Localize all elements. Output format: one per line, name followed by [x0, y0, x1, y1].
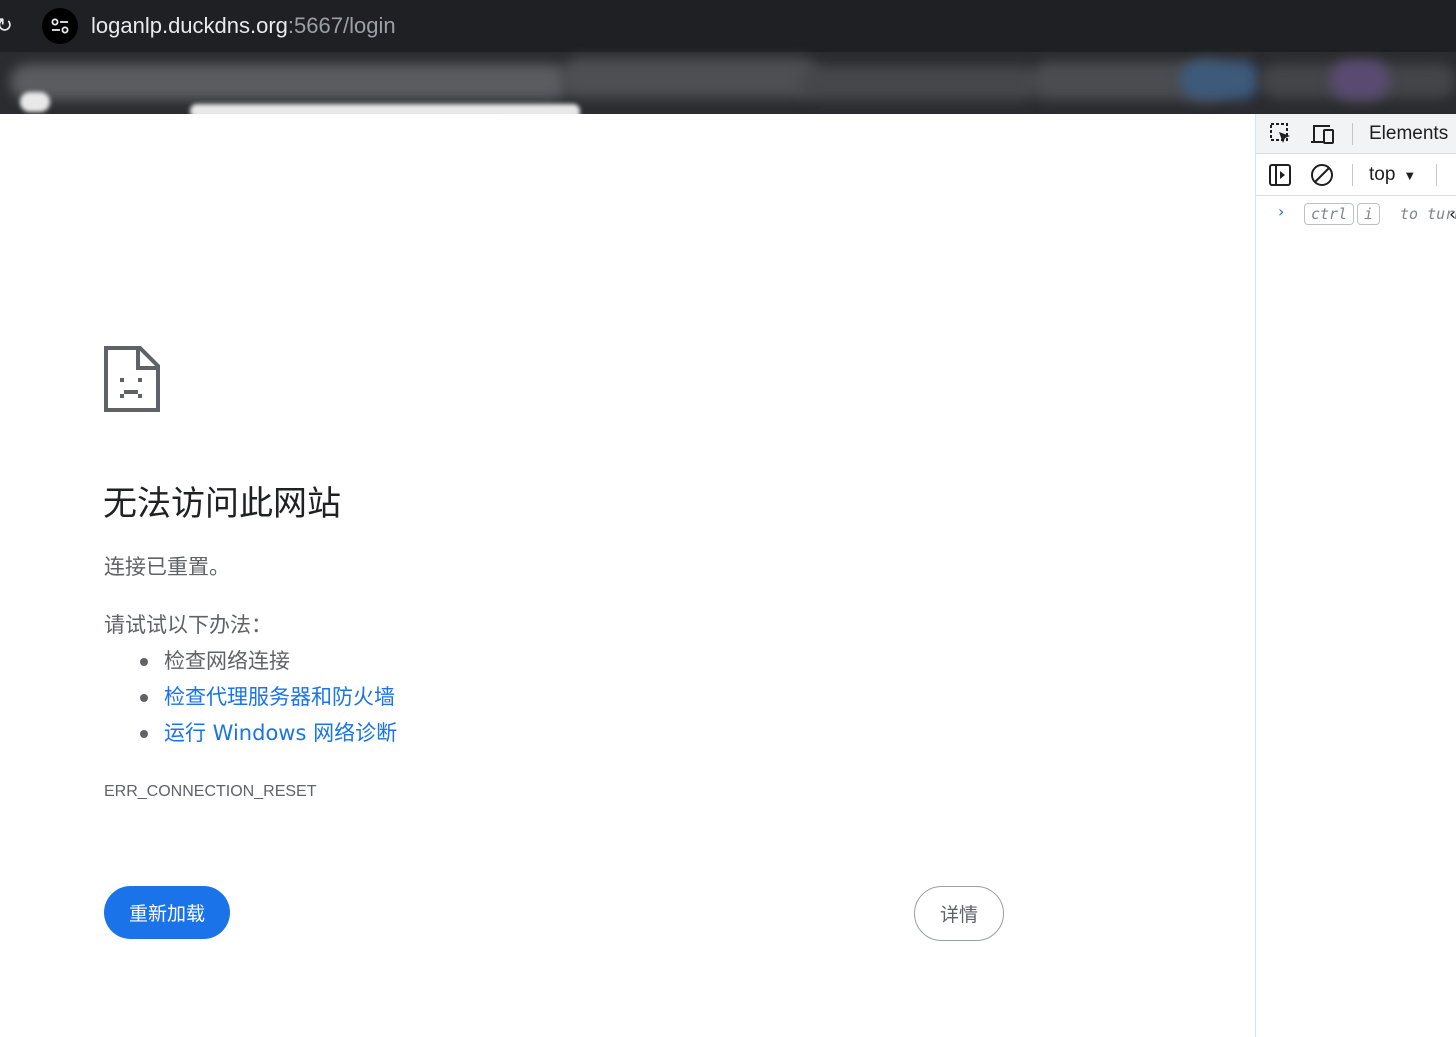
suggestion-check-proxy-firewall-link[interactable]: 检查代理服务器和防火墙: [104, 682, 397, 718]
devtools-tabbar: Elements: [1256, 114, 1456, 154]
console-hint-text: to turn: [1400, 205, 1456, 223]
url-path: :5667/login: [287, 13, 396, 38]
toolbar-divider: [1436, 164, 1437, 186]
shortcut-key-i: i: [1357, 203, 1381, 225]
reload-icon[interactable]: ↻: [0, 12, 13, 38]
console-prompt-chevron-icon: ›: [1278, 202, 1285, 221]
shortcut-key-ctrl: ctrl: [1304, 203, 1355, 225]
console-toolbar: top ▼ ‹: [1256, 154, 1456, 225]
error-title: 无法访问此网站: [103, 484, 341, 524]
suggestions-list: 检查网络连接 检查代理服务器和防火墙 运行 Windows 网络诊断: [104, 646, 397, 754]
details-button[interactable]: 详情: [914, 886, 1004, 941]
tune-icon: [51, 18, 69, 34]
error-subtitle: 连接已重置。: [104, 555, 230, 579]
error-code: ERR_CONNECTION_RESET: [104, 783, 317, 800]
suggestion-check-network: 检查网络连接: [104, 646, 397, 682]
context-selector-label: top: [1369, 164, 1396, 185]
redacted-bookmarks-bar: [0, 52, 1456, 114]
error-page: 无法访问此网站 连接已重置。 请试试以下办法： 检查网络连接 检查代理服务器和防…: [0, 114, 1255, 1037]
address-bar-url[interactable]: loganlp.duckdns.org:5667/login: [91, 12, 396, 40]
console-prompt-line[interactable]: › ctrl i to turn: [1256, 196, 1456, 232]
caret-down-icon: ▼: [1403, 167, 1417, 183]
sad-page-icon: [104, 346, 160, 412]
clear-console-icon[interactable]: [1309, 162, 1335, 188]
tab-elements[interactable]: Elements: [1369, 122, 1448, 146]
site-info-icon[interactable]: [42, 8, 78, 44]
address-bar-row: ↻ loganlp.duckdns.org:5667/login: [0, 0, 1456, 52]
devtools-panel: Elements top ▼ ‹ › ctrl i to turn: [1255, 114, 1456, 1037]
url-host: loganlp.duckdns.org: [91, 13, 288, 38]
reload-button[interactable]: 重新加载: [104, 886, 230, 939]
toolbar-divider: [1352, 123, 1353, 145]
device-toolbar-icon[interactable]: [1310, 121, 1336, 147]
browser-chrome: ↻ loganlp.duckdns.org:5667/login: [0, 0, 1456, 114]
suggestion-run-diagnostics-link[interactable]: 运行 Windows 网络诊断: [104, 718, 397, 754]
show-sidebar-icon[interactable]: [1267, 162, 1293, 188]
inspect-element-icon[interactable]: [1268, 121, 1294, 147]
suggestions-heading: 请试试以下办法：: [104, 613, 272, 637]
toolbar-divider: [1352, 164, 1353, 186]
context-selector[interactable]: top ▼: [1369, 162, 1416, 188]
